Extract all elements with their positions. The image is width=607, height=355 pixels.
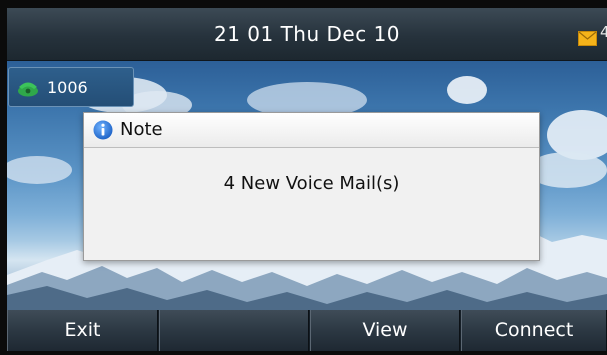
phone-screen: 21 01 Thu Dec 10 4 1006 Note 4 New Voice… — [0, 0, 607, 355]
phone-handset-icon — [18, 82, 38, 97]
softkey-bar: Exit View Connect — [7, 310, 607, 351]
dialog-message: 4 New Voice Mail(s) — [223, 173, 400, 194]
dialog-title: Note — [120, 119, 163, 140]
note-dialog: Note 4 New Voice Mail(s) — [83, 112, 540, 261]
voicemail-count: 4 — [600, 23, 607, 41]
dialog-header: Note — [84, 113, 539, 148]
envelope-icon[interactable] — [578, 31, 597, 46]
exit-softkey[interactable]: Exit — [7, 310, 158, 351]
view-softkey[interactable]: View — [310, 310, 460, 351]
account-label: 1006 — [47, 78, 88, 97]
status-bar: 21 01 Thu Dec 10 4 — [7, 8, 607, 61]
datetime-display: 21 01 Thu Dec 10 — [213, 22, 401, 46]
info-icon — [93, 120, 113, 140]
account-line-1006[interactable]: 1006 — [8, 67, 134, 107]
connect-softkey[interactable]: Connect — [461, 310, 607, 351]
device-bezel-bottom — [0, 351, 607, 355]
empty-softkey[interactable] — [159, 310, 309, 351]
device-bezel-left — [0, 0, 7, 355]
device-bezel-top — [0, 0, 607, 8]
